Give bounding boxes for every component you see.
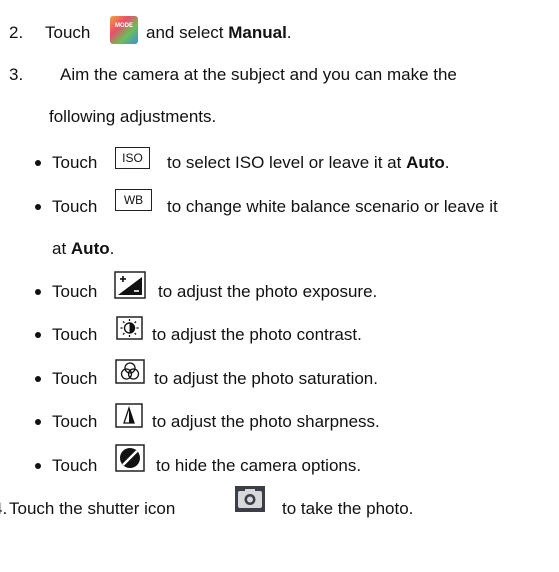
hide-options-icon (115, 444, 145, 472)
bullet-text: Touch (52, 369, 98, 388)
contrast-icon (116, 316, 143, 340)
mode-icon-label: MODE (115, 23, 133, 29)
saturation-icon (115, 359, 145, 384)
step-2-before: Touch (45, 23, 91, 42)
bullet (35, 289, 41, 295)
step-number: 2. (9, 23, 24, 42)
bullet (35, 376, 41, 382)
bullet-text: Touch (52, 153, 98, 172)
bullet (35, 419, 41, 425)
bullet-end: . (444, 153, 450, 172)
bullet-bold: Auto (406, 153, 445, 172)
bullet (35, 204, 41, 210)
sharpness-icon (115, 403, 143, 428)
bullet-bold: Auto (70, 239, 110, 258)
step-3-line1: Aim the camera at the subject and you ca… (60, 65, 457, 84)
step-2-end: . (286, 23, 292, 42)
bullet-text: Touch (52, 197, 98, 216)
wb-icon: WB (115, 189, 152, 211)
exposure-icon (114, 271, 146, 299)
bullet (35, 463, 41, 469)
bullet-text: to adjust the photo contrast. (152, 325, 362, 344)
step-4-text: Touch the shutter icon (9, 499, 176, 518)
bullet-text: to change white balance scenario or leav… (167, 197, 498, 216)
bullet-text: to adjust the photo exposure. (158, 282, 378, 301)
step-number: 3. (9, 65, 24, 84)
bullet-text: Touch (52, 325, 98, 344)
step-2-rest: and select Manual. (146, 23, 292, 43)
bullet-text: to select ISO level or leave it at Auto. (167, 153, 450, 173)
step-2-after: and select (146, 23, 229, 42)
bullet (35, 332, 41, 338)
camera-shutter-icon (235, 486, 265, 512)
step-2-bold: Manual (228, 23, 287, 42)
bullet-after: to select ISO level or leave it at (167, 153, 407, 172)
bullet-text: Touch (52, 456, 98, 475)
bullet-text: to adjust the photo saturation. (154, 369, 378, 388)
bullet-text: to hide the camera options. (156, 456, 362, 475)
bullet-text: Touch (52, 412, 98, 431)
step-3-line2: following adjustments. (49, 107, 217, 126)
bullet-text: Touch (52, 282, 98, 301)
mode-icon: MODE (110, 16, 138, 44)
bullet-end: . (109, 239, 115, 258)
step-4-after: to take the photo. (282, 499, 414, 518)
bullet-text: to adjust the photo sharpness. (152, 412, 380, 431)
bullet (35, 160, 41, 166)
bullet-line2-pre: at (52, 239, 71, 258)
step-number: 4. (0, 499, 8, 518)
bullet-text-line2: at Auto. (52, 239, 114, 259)
iso-icon: ISO (115, 147, 150, 169)
step-2-text: Touch (45, 23, 90, 43)
